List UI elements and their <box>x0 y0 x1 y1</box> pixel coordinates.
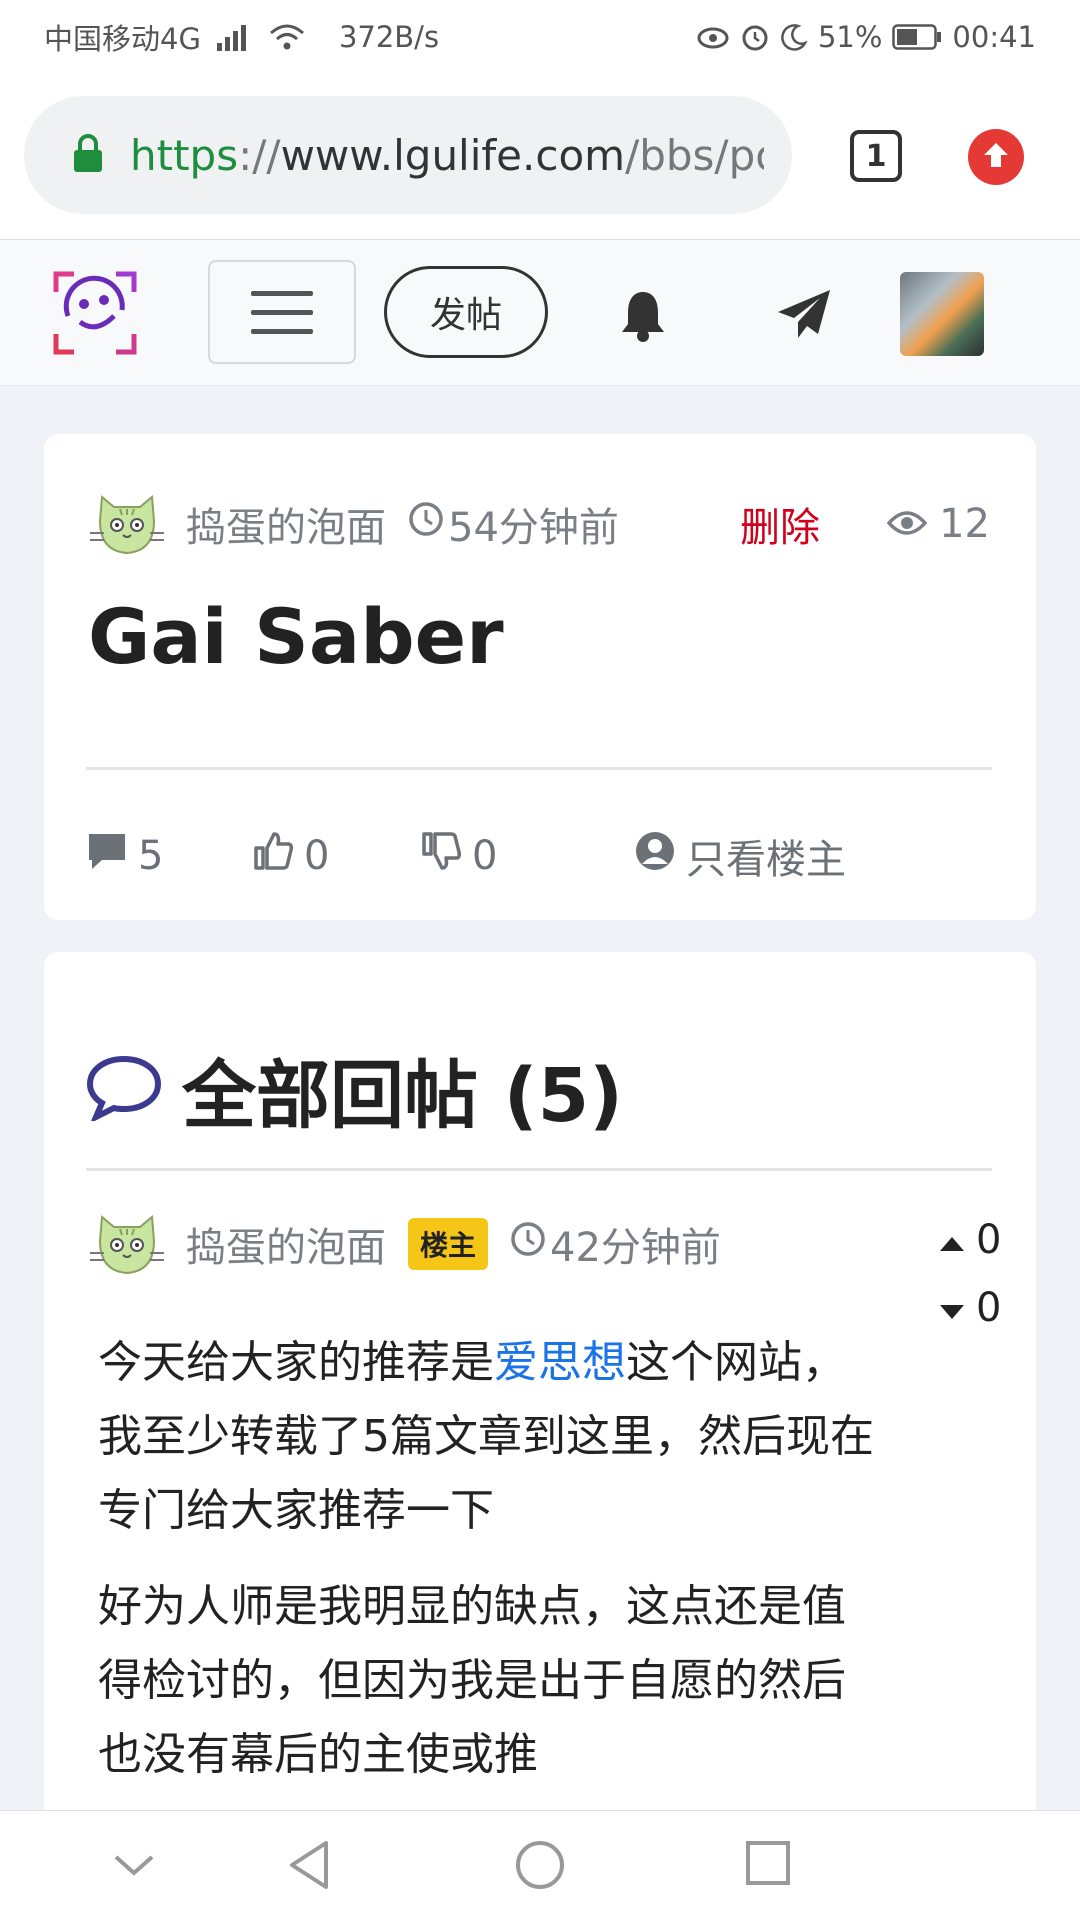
upvote-count: 0 <box>976 1217 1002 1263</box>
aisixiang-link[interactable]: 爱思想 <box>494 1337 626 1388</box>
post-meta: 捣蛋的泡面 54分钟前 删除 12 <box>90 484 990 564</box>
divider <box>86 1168 992 1171</box>
battery-icon <box>892 24 942 50</box>
user-circle-icon <box>634 830 676 882</box>
eye-comfort-icon <box>696 23 730 51</box>
upvote-button[interactable]: 0 <box>938 1206 1018 1274</box>
bell-icon[interactable] <box>618 288 668 346</box>
reply-votes: 0 0 <box>938 1206 1018 1342</box>
replies-title: 全部回帖 (5) <box>182 1053 623 1139</box>
post-time-text: 54分钟前 <box>448 505 619 551</box>
view-count: 12 <box>886 501 990 547</box>
network-speed: 372B/s <box>338 20 440 54</box>
hamburger-line <box>251 328 313 334</box>
site-logo[interactable] <box>52 270 138 356</box>
home-icon[interactable] <box>514 1839 566 1895</box>
address-bar[interactable]: https://www.lgulife.com/bbs/po <box>24 96 792 214</box>
hamburger-line <box>251 309 313 315</box>
caret-down-icon <box>938 1285 966 1331</box>
clock: 00:41 <box>952 20 1036 54</box>
post-stats: 5 0 0 只看楼主 <box>86 816 986 896</box>
thumbs-up-icon <box>252 830 294 882</box>
dislike-button[interactable]: 0 <box>420 830 497 882</box>
carrier-label: 中国移动4G <box>44 22 201 56</box>
reply-time-text: 42分钟前 <box>550 1225 721 1271</box>
status-bar: 中国移动4G 372B/s 51% 00:41 <box>0 0 1080 74</box>
battery-percent: 51% <box>817 20 883 54</box>
downvote-button[interactable]: 0 <box>938 1274 1018 1342</box>
divider <box>86 767 992 770</box>
thumbs-down-icon <box>420 830 462 882</box>
caret-up-icon <box>938 1217 966 1263</box>
reply-time: 42分钟前 <box>510 1215 721 1273</box>
reply-author-name[interactable]: 捣蛋的泡面 <box>186 1215 386 1273</box>
alarm-icon <box>740 22 770 52</box>
reply-author-avatar[interactable] <box>90 1207 164 1281</box>
recents-icon[interactable] <box>744 1839 792 1891</box>
downvote-count: 0 <box>976 1285 1002 1331</box>
url-text: https://www.lgulife.com/bbs/po <box>130 130 764 180</box>
browser-toolbar: https://www.lgulife.com/bbs/po 1 <box>0 74 1080 240</box>
wifi-icon <box>269 23 305 51</box>
system-navigation-bar <box>0 1810 1080 1920</box>
moon-icon <box>780 23 808 51</box>
like-button[interactable]: 0 <box>252 830 329 882</box>
post-title: Gai Saber <box>88 592 504 681</box>
only-op-filter[interactable]: 只看楼主 <box>634 827 846 885</box>
reply-paragraph: 好为人师是我明显的缺点，这点还是值得检讨的，但因为我是出于自愿的然后也没有幕后的… <box>98 1581 846 1780</box>
delete-link[interactable]: 删除 <box>740 495 820 553</box>
dislike-count-text: 0 <box>472 833 498 879</box>
replies-header: 全部回帖 (5) <box>86 1036 623 1143</box>
comment-count[interactable]: 5 <box>86 831 163 881</box>
only-op-text: 只看楼主 <box>686 837 846 883</box>
post-time: 54分钟前 <box>408 495 619 553</box>
user-avatar[interactable] <box>900 272 984 356</box>
hamburger-line <box>251 290 313 296</box>
site-navbar: 发帖 <box>0 240 1080 386</box>
author-name[interactable]: 捣蛋的泡面 <box>186 495 386 553</box>
tab-switcher-button[interactable]: 1 <box>850 130 902 182</box>
like-count-text: 0 <box>304 833 330 879</box>
comment-icon <box>86 831 128 881</box>
arrow-up-icon <box>980 139 1012 175</box>
new-post-button[interactable]: 发帖 <box>384 266 548 358</box>
signal-icon <box>215 23 255 51</box>
comment-count-text: 5 <box>138 833 164 879</box>
clock-icon <box>408 501 444 547</box>
op-badge: 楼主 <box>408 1218 489 1270</box>
eye-icon <box>886 501 928 547</box>
reply-meta: 捣蛋的泡面 楼主 42分钟前 <box>90 1204 810 1284</box>
menu-toggle-button[interactable] <box>208 260 356 364</box>
author-avatar[interactable] <box>90 487 164 561</box>
speech-bubble-icon <box>86 1055 162 1125</box>
lock-icon <box>72 133 104 177</box>
chevron-down-icon[interactable] <box>112 1851 156 1883</box>
view-count-text: 12 <box>939 501 990 547</box>
paper-plane-icon[interactable] <box>776 288 832 346</box>
reply-body: 今天给大家的推荐是爱思想这个网站，我至少转载了5篇文章到这里，然后现在专门给大家… <box>98 1326 878 1814</box>
replies-card: 全部回帖 (5) 捣蛋的泡面 楼主 42分钟前 0 0 今天给大家的推荐是爱思想… <box>44 952 1036 1852</box>
back-icon[interactable] <box>286 1839 332 1895</box>
post-card: 捣蛋的泡面 54分钟前 删除 12 Gai Saber 5 0 0 只看楼主 <box>44 434 1036 920</box>
clock-icon <box>510 1221 546 1267</box>
upload-button[interactable] <box>968 129 1024 185</box>
reply-paragraph: 今天给大家的推荐是爱思想这个网站，我至少转载了5篇文章到这里，然后现在专门给大家… <box>98 1337 874 1536</box>
